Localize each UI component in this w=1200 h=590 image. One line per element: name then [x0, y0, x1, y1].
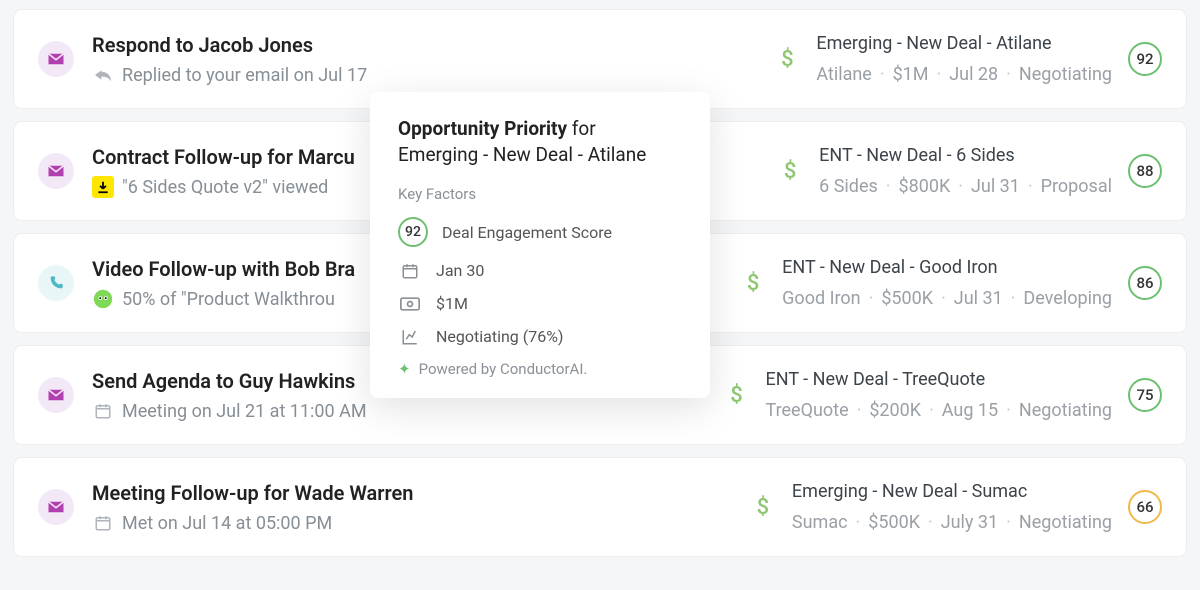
chart-icon	[398, 328, 422, 346]
deal-account: Sumac	[792, 512, 848, 533]
dollar-icon: $	[750, 495, 776, 520]
priority-score-badge[interactable]: 75	[1128, 378, 1162, 412]
task-subtitle-text: 50% of "Product Walkthrou	[122, 289, 335, 310]
deal-text: ENT - New Deal - TreeQuote TreeQuote $200…	[766, 366, 1113, 424]
popover-factor-stage: Negotiating (76%)	[398, 327, 682, 346]
factor-date-text: Jan 30	[436, 261, 484, 280]
deal-account: Atilane	[816, 64, 872, 85]
mail-icon	[38, 41, 74, 77]
popover-factor-engagement: 92 Deal Engagement Score	[398, 217, 682, 247]
deal-title: Emerging - New Deal - Sumac	[792, 478, 1112, 505]
deal-stage: Negotiating	[1019, 512, 1112, 533]
task-subtitle-text: Meeting on Jul 21 at 11:00 AM	[122, 401, 367, 422]
phone-icon	[38, 265, 74, 301]
task-subtitle: Meeting on Jul 21 at 11:00 AM	[92, 400, 724, 422]
engagement-score-badge: 92	[398, 217, 428, 247]
task-subtitle: Met on Jul 14 at 05:00 PM	[92, 512, 750, 534]
opportunity-priority-popover: Opportunity Priority for Emerging - New …	[370, 92, 710, 398]
factor-stage-text: Negotiating (76%)	[436, 327, 564, 346]
task-subtitle: Replied to your email on Jul 17	[92, 64, 774, 86]
deal-meta: Sumac $500K July 31 Negotiating	[792, 509, 1112, 536]
deal-amount: $200K	[869, 400, 921, 421]
popover-heading-for: for	[572, 117, 596, 140]
dollar-icon: $	[777, 159, 803, 184]
dollar-icon: $	[774, 47, 800, 72]
popover-heading: Opportunity Priority for Emerging - New …	[398, 116, 682, 167]
priority-score-badge[interactable]: 66	[1128, 490, 1162, 524]
deal-title: ENT - New Deal - Good Iron	[782, 254, 1112, 281]
task-subtitle-text: Met on Jul 14 at 05:00 PM	[122, 513, 332, 534]
deal-text: Emerging - New Deal - Sumac Sumac $500K Ju…	[792, 478, 1112, 536]
calendar-icon	[92, 400, 114, 422]
deal-meta: Good Iron $500K Jul 31 Developing	[782, 285, 1112, 312]
popover-key-factors-label: Key Factors	[398, 185, 682, 203]
task-row[interactable]: Meeting Follow-up for Wade Warren Met on…	[14, 458, 1186, 556]
deal-stage: Negotiating	[1019, 400, 1112, 421]
mail-icon	[38, 377, 74, 413]
deal-text: ENT - New Deal - Good Iron Good Iron $500…	[782, 254, 1112, 312]
priority-score-badge[interactable]: 88	[1128, 154, 1162, 188]
sparkle-icon: ✦	[398, 360, 411, 378]
mail-icon	[38, 489, 74, 525]
powered-by-text: Powered by ConductorAI.	[419, 360, 588, 378]
popover-heading-deal: Emerging - New Deal - Atilane	[398, 143, 646, 166]
deal-date: Jul 31	[954, 288, 1003, 309]
task-subtitle-text: Replied to your email on Jul 17	[122, 65, 367, 86]
popover-factor-date: Jan 30	[398, 261, 682, 280]
deal-title: ENT - New Deal - 6 Sides	[819, 142, 1112, 169]
deal-stage: Negotiating	[1019, 64, 1112, 85]
deal-date: Jul 28	[949, 64, 998, 85]
calendar-icon	[398, 262, 422, 280]
deal-stage: Developing	[1023, 288, 1112, 309]
deal-stage: Proposal	[1041, 176, 1112, 197]
task-subtitle-text: "6 Sides Quote v2" viewed	[122, 177, 328, 198]
deal-meta: 6 Sides $800K Jul 31 Proposal	[819, 173, 1112, 200]
deal-meta: Atilane $1M Jul 28 Negotiating	[816, 61, 1112, 88]
deal-account: Good Iron	[782, 288, 860, 309]
download-icon	[92, 176, 114, 198]
calendar-icon	[92, 512, 114, 534]
deal-info: $ ENT - New Deal - Good Iron Good Iron $5…	[740, 254, 1162, 312]
deal-meta: TreeQuote $200K Aug 15 Negotiating	[766, 397, 1113, 424]
task-info: Respond to Jacob Jones Replied to your e…	[92, 32, 774, 86]
mail-icon	[38, 153, 74, 189]
deal-date: Jul 31	[971, 176, 1020, 197]
deal-date: July 31	[941, 512, 998, 533]
alien-icon	[92, 288, 114, 310]
popover-heading-strong: Opportunity Priority	[398, 117, 567, 140]
reply-icon	[92, 64, 114, 86]
deal-account: 6 Sides	[819, 176, 878, 197]
deal-amount: $500K	[868, 512, 920, 533]
deal-account: TreeQuote	[766, 400, 849, 421]
deal-info: $ Emerging - New Deal - Sumac Sumac $500K…	[750, 478, 1162, 536]
dollar-icon: $	[740, 271, 766, 296]
deal-amount: $800K	[899, 176, 951, 197]
deal-amount: $500K	[881, 288, 933, 309]
engagement-score-label: Deal Engagement Score	[442, 223, 612, 242]
priority-score-badge[interactable]: 92	[1128, 42, 1162, 76]
deal-text: Emerging - New Deal - Atilane Atilane $1M…	[816, 30, 1112, 88]
deal-title: ENT - New Deal - TreeQuote	[766, 366, 1113, 393]
money-icon	[398, 297, 422, 311]
factor-amount-text: $1M	[436, 294, 468, 313]
task-info: Meeting Follow-up for Wade Warren Met on…	[92, 480, 750, 534]
deal-title: Emerging - New Deal - Atilane	[816, 30, 1112, 57]
popover-footer: ✦ Powered by ConductorAI.	[398, 360, 682, 378]
popover-factor-amount: $1M	[398, 294, 682, 313]
deal-info: $ ENT - New Deal - 6 Sides 6 Sides $800K J…	[777, 142, 1162, 200]
deal-info: $ Emerging - New Deal - Atilane Atilane $…	[774, 30, 1162, 88]
priority-score-badge[interactable]: 86	[1128, 266, 1162, 300]
task-title: Respond to Jacob Jones	[92, 32, 774, 58]
deal-amount: $1M	[893, 64, 929, 85]
deal-info: $ ENT - New Deal - TreeQuote TreeQuote $2…	[724, 366, 1163, 424]
dollar-icon: $	[724, 383, 750, 408]
deal-text: ENT - New Deal - 6 Sides 6 Sides $800K Jul…	[819, 142, 1112, 200]
task-title: Meeting Follow-up for Wade Warren	[92, 480, 750, 506]
deal-date: Aug 15	[942, 400, 998, 421]
